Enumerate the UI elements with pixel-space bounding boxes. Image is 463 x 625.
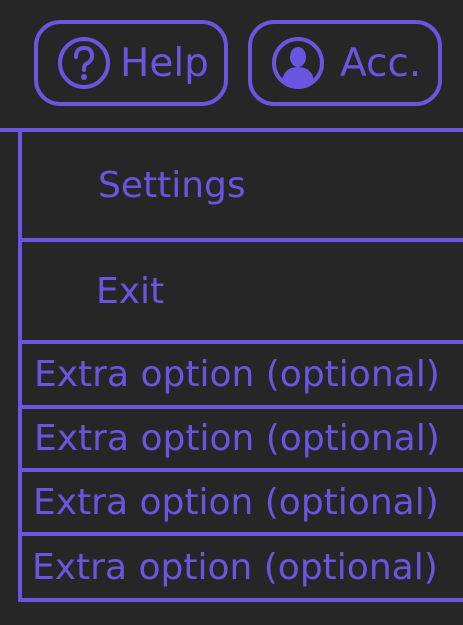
- menu-item-label: Extra option (optional): [34, 418, 440, 459]
- user-circle-icon: [268, 33, 328, 93]
- help-label: Help: [120, 40, 209, 86]
- menu-item-extra-option[interactable]: Extra option (optional): [22, 409, 463, 468]
- account-button[interactable]: Acc.: [248, 20, 442, 106]
- menu-item-label: Extra option (optional): [32, 546, 438, 588]
- menu-item-label: Extra option (optional): [33, 481, 439, 523]
- menu-item-extra-option[interactable]: Extra option (optional): [22, 472, 463, 532]
- question-circle-icon: [54, 33, 114, 93]
- help-button[interactable]: Help: [34, 20, 228, 106]
- menu-item-label: Extra option (optional): [34, 354, 440, 395]
- menu-item-extra-option[interactable]: Extra option (optional): [22, 536, 463, 598]
- menu-item-exit[interactable]: Exit: [22, 242, 463, 340]
- divider: [18, 598, 463, 602]
- account-label: Acc.: [340, 40, 422, 86]
- menu-item-extra-option[interactable]: Extra option (optional): [22, 344, 463, 405]
- menu-item-label: Exit: [96, 270, 165, 312]
- menu-item-settings[interactable]: Settings: [22, 132, 463, 238]
- menu-screen: Help Acc. Settings Exit Extra option (op…: [0, 0, 463, 625]
- menu-item-label: Settings: [98, 164, 246, 206]
